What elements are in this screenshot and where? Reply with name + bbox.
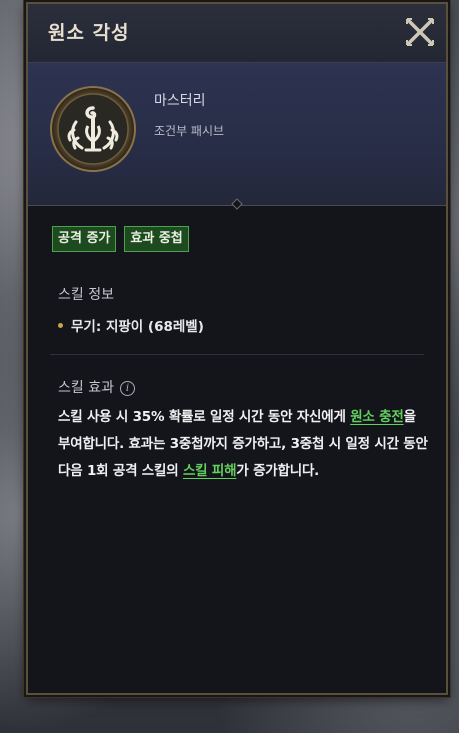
divider-ornament-icon bbox=[231, 198, 243, 210]
section-divider bbox=[50, 354, 424, 355]
tag-attack-increase: 공격 증가 bbox=[52, 226, 117, 252]
info-icon[interactable]: i bbox=[119, 380, 135, 396]
bullet-icon bbox=[58, 322, 63, 328]
desc-text-3: 가 증가합니다. bbox=[236, 463, 320, 479]
tag-effect-stack: 효과 중첩 bbox=[124, 226, 189, 252]
skill-effect-title: 스킬 효과 i bbox=[58, 377, 135, 397]
tooltip-title: 원소 각성 bbox=[48, 22, 130, 44]
skill-effect-description: 스킬 사용 시 35% 확률로 일정 시간 동안 자신에게 원소 충전을 부여합… bbox=[58, 404, 428, 485]
skill-summary: 마스터리 조건부 패시브 bbox=[28, 63, 446, 206]
skill-tags: 공격 증가 효과 중첩 bbox=[52, 226, 189, 252]
skill-info-title: 스킬 정보 bbox=[58, 287, 114, 303]
close-icon[interactable] bbox=[404, 16, 436, 48]
element-awakening-skill-icon bbox=[50, 86, 136, 172]
keyword-skill-damage[interactable]: 스킬 피해 bbox=[183, 463, 237, 479]
tooltip-header: 원소 각성 bbox=[28, 4, 446, 63]
skill-type: 조건부 패시브 bbox=[154, 124, 225, 138]
skill-effect-title-text: 스킬 효과 bbox=[58, 380, 114, 396]
keyword-element-charge[interactable]: 원소 충전 bbox=[350, 409, 404, 425]
desc-text-1: 스킬 사용 시 35% 확률로 일정 시간 동안 자신에게 bbox=[58, 409, 351, 425]
weapon-requirement-text: 무기: 지팡이 (68레벨) bbox=[71, 319, 204, 335]
skill-tooltip-panel: 원소 각성 마스터리 조건부 패시브 공격 증가 효과 중첩 스킬 정보 무기:… bbox=[26, 2, 448, 695]
skill-name: 마스터리 bbox=[154, 93, 206, 109]
skill-weapon-requirement: 무기: 지팡이 (68레벨) bbox=[58, 315, 204, 335]
